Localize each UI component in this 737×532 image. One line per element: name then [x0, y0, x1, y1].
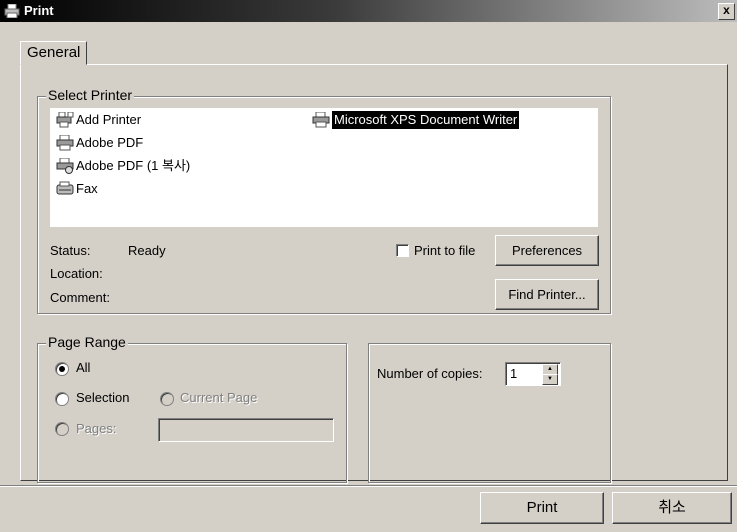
find-printer-button[interactable]: Find Printer... — [495, 279, 599, 310]
preferences-button[interactable]: Preferences — [495, 235, 599, 266]
printer-list[interactable]: Add Printer Adobe PDF Adobe PDF (1 복사) F… — [50, 108, 598, 227]
footer-separator — [0, 485, 737, 487]
pages-input[interactable] — [158, 418, 334, 442]
copies-spinner[interactable]: ▲ ▼ — [542, 364, 558, 385]
page-range-legend: Page Range — [46, 334, 128, 350]
tab-general[interactable]: General — [20, 41, 88, 65]
radio-pages[interactable] — [55, 422, 69, 436]
printer-item-add-printer[interactable]: Add Printer — [56, 111, 141, 129]
fax-icon — [56, 181, 74, 195]
printer-icon — [56, 135, 74, 151]
printer-item-microsoft-xps[interactable]: Microsoft XPS Document Writer — [312, 111, 520, 129]
printer-name: Fax — [76, 181, 98, 196]
cancel-button[interactable]: 취소 — [612, 492, 732, 524]
printer-name: Microsoft XPS Document Writer — [332, 111, 520, 129]
select-printer-legend: Select Printer — [46, 87, 135, 103]
spinner-down-icon[interactable]: ▼ — [542, 374, 558, 385]
print-to-file-label: Print to file — [414, 243, 476, 258]
radio-all[interactable] — [55, 362, 69, 376]
printer-item-adobe-pdf[interactable]: Adobe PDF — [56, 134, 143, 152]
radio-selection-label: Selection — [76, 390, 130, 405]
print-button[interactable]: Print — [480, 492, 604, 524]
printer-item-adobe-pdf-copy[interactable]: Adobe PDF (1 복사) — [56, 157, 190, 175]
location-label: Location: — [50, 266, 103, 281]
close-button[interactable]: x — [718, 3, 735, 20]
printer-item-fax[interactable]: Fax — [56, 180, 98, 198]
radio-current-page[interactable] — [160, 392, 174, 406]
print-to-file-checkbox[interactable] — [396, 244, 409, 257]
printer-shared-icon — [56, 158, 74, 174]
comment-label: Comment: — [50, 290, 110, 305]
title-bar: Print x — [0, 0, 737, 22]
number-of-copies-label: Number of copies: — [377, 366, 483, 381]
window-title: Print — [24, 3, 54, 18]
radio-all-label: All — [76, 360, 91, 375]
printer-icon — [4, 4, 20, 18]
copies-group — [368, 343, 611, 483]
radio-pages-label: Pages: — [76, 421, 117, 436]
add-printer-icon — [56, 112, 74, 128]
printer-icon — [312, 112, 330, 128]
status-label: Status: — [50, 243, 91, 258]
radio-current-page-label: Current Page — [180, 390, 258, 405]
printer-name: Adobe PDF — [76, 135, 144, 150]
status-value: Ready — [128, 243, 166, 258]
radio-selection[interactable] — [55, 392, 69, 406]
copies-value: 1 — [510, 366, 518, 381]
printer-name: Adobe PDF (1 복사) — [76, 158, 191, 173]
printer-name: Add Printer — [76, 112, 142, 127]
